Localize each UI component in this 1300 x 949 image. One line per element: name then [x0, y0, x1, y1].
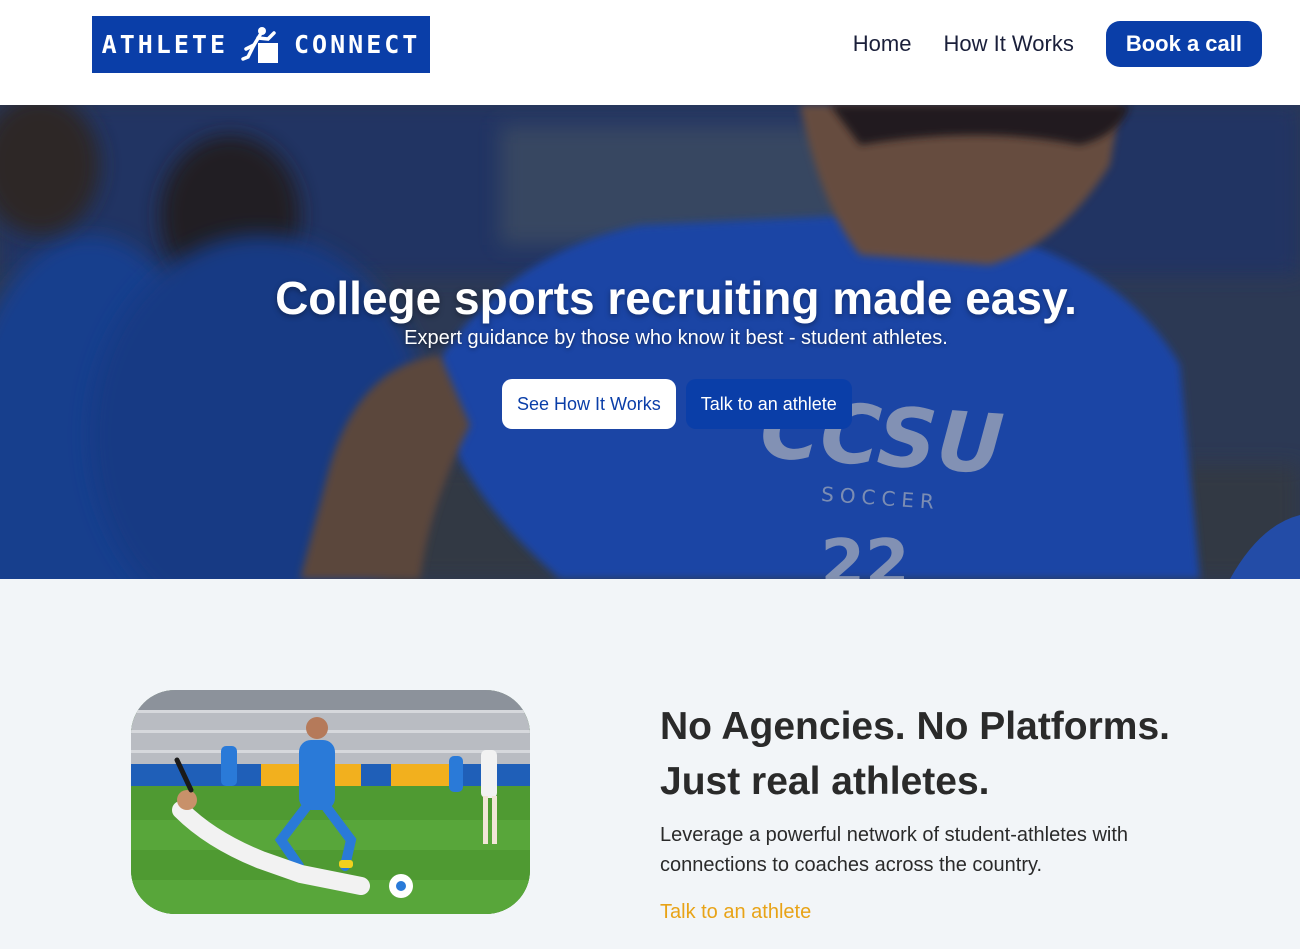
hero-buttons: See How It Works Talk to an athlete — [502, 379, 852, 429]
nav-how-it-works-link[interactable]: How It Works — [943, 31, 1073, 57]
logo-text-right: CONNECT — [294, 30, 421, 59]
athlete-box-icon — [241, 26, 278, 63]
hero-subtitle: Expert guidance by those who know it bes… — [404, 327, 948, 349]
site-logo[interactable]: ATHLETE CONNECT — [92, 16, 430, 73]
main-nav: Home How It Works Book a call — [853, 21, 1262, 67]
soccer-match-illustration — [131, 690, 530, 914]
feature-heading-line2: Just real athletes. — [660, 760, 990, 803]
feature-talk-to-athlete-link[interactable]: Talk to an athlete — [660, 901, 811, 924]
book-a-call-button[interactable]: Book a call — [1105, 21, 1262, 67]
feature-soccer-image — [131, 690, 530, 914]
talk-to-athlete-button[interactable]: Talk to an athlete — [685, 379, 852, 429]
feature-heading: No Agencies. No Platforms. Just real ath… — [660, 699, 1260, 809]
site-header: ATHLETE CONNECT Home How It Works Book a… — [0, 0, 1300, 105]
hero-section: CCSU SOCCER 22 College sports recruiting… — [0, 105, 1300, 579]
nav-home-link[interactable]: Home — [853, 31, 912, 57]
feature-description: Leverage a powerful network of student-a… — [660, 824, 1129, 876]
feature-heading-line1: No Agencies. No Platforms. — [660, 705, 1170, 748]
logo-text-left: ATHLETE — [101, 30, 228, 59]
feature-section: No Agencies. No Platforms. Just real ath… — [0, 579, 1300, 949]
hero-title: College sports recruiting made easy. — [275, 272, 1077, 324]
see-how-it-works-button[interactable]: See How It Works — [502, 379, 676, 429]
